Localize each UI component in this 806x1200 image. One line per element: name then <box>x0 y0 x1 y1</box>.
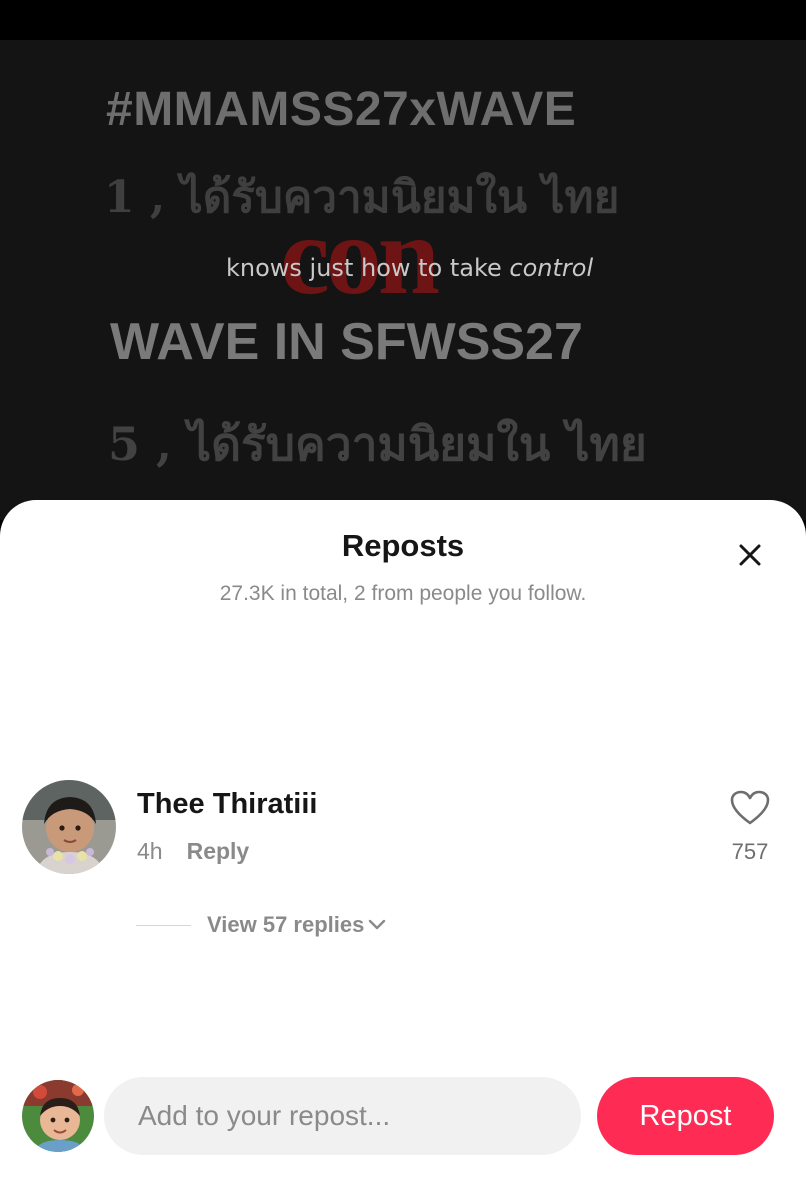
repost-time: 4h <box>137 838 163 864</box>
sheet-subtitle: 27.3K in total, 2 from people you follow… <box>219 582 587 605</box>
sheet-title: Reposts <box>341 528 465 563</box>
view-replies-button[interactable]: View 57 replies <box>136 912 386 938</box>
repost-item: Thee Thiratiii 4h Reply 757 View 57 repli… <box>0 776 806 956</box>
chevron-down-icon <box>369 919 386 930</box>
repost-input[interactable] <box>104 1077 581 1155</box>
view-replies-label: View 57 replies <box>207 912 365 937</box>
like-button[interactable]: 757 <box>720 790 780 865</box>
repost-username[interactable]: Thee Thiratiii <box>137 788 317 821</box>
close-button[interactable] <box>733 538 767 572</box>
repost-button[interactable]: Repost <box>597 1077 774 1155</box>
repost-composer: Repost <box>0 1075 806 1157</box>
video-caption: knows just how to take control <box>226 254 593 282</box>
reposts-sheet: Reposts 27.3K in total, 2 from people yo… <box>0 500 806 1200</box>
video-caption-main: knows just how to take <box>226 254 510 282</box>
video-thai-line-5: 5 , ได้รับความนิยมใน ไทย <box>108 417 647 471</box>
like-count: 757 <box>731 839 769 864</box>
video-caption-italic: control <box>509 254 594 282</box>
divider <box>136 924 191 926</box>
video-hashtag-text: #MMAMSS27xWAVE <box>106 83 577 136</box>
avatar[interactable] <box>22 780 116 874</box>
video-player[interactable]: #MMAMSS27xWAVE 1 , ได้รับความนิยมใน ไทย … <box>0 40 806 520</box>
current-user-avatar <box>22 1080 94 1152</box>
reply-button[interactable]: Reply <box>187 838 250 864</box>
heart-icon <box>730 790 770 825</box>
repost-meta: 4h Reply <box>137 838 249 865</box>
close-icon <box>739 544 761 566</box>
video-wave-line: WAVE IN SFWSS27 <box>110 313 583 371</box>
